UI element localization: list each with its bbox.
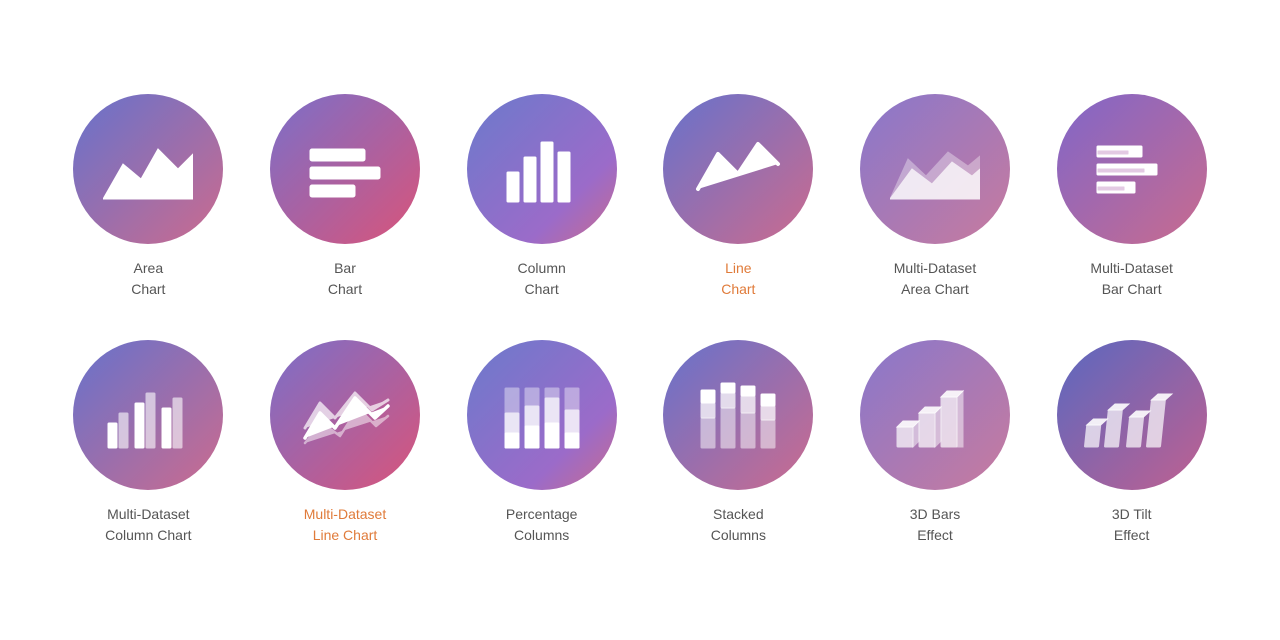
3d-tilt-effect-circle: [1057, 340, 1207, 490]
multi-dataset-column-chart-circle: [73, 340, 223, 490]
stacked-columns-label: Stacked Columns: [711, 504, 766, 546]
multi-dataset-line-chart-label: Multi-Dataset Line Chart: [304, 504, 386, 546]
column-chart-circle: [467, 94, 617, 244]
percentage-columns-item[interactable]: Percentage Columns: [453, 340, 630, 546]
area-chart-item[interactable]: Area Chart: [60, 94, 237, 300]
chart-grid: Area Chart Bar Chart Colu: [0, 54, 1280, 586]
multi-dataset-area-chart-circle: [860, 94, 1010, 244]
column-chart-item[interactable]: Column Chart: [453, 94, 630, 300]
line-chart-label: Line Chart: [721, 258, 755, 300]
multi-dataset-area-chart-item[interactable]: Multi-Dataset Area Chart: [847, 94, 1024, 300]
multi-dataset-bar-chart-circle: [1057, 94, 1207, 244]
3d-bars-effect-label: 3D Bars Effect: [910, 504, 961, 546]
bar-chart-label: Bar Chart: [328, 258, 362, 300]
3d-bars-effect-item[interactable]: 3D Bars Effect: [847, 340, 1024, 546]
multi-dataset-line-chart-item[interactable]: Multi-Dataset Line Chart: [257, 340, 434, 546]
percentage-columns-circle: [467, 340, 617, 490]
stacked-columns-item[interactable]: Stacked Columns: [650, 340, 827, 546]
multi-dataset-column-chart-label: Multi-Dataset Column Chart: [105, 504, 191, 546]
multi-dataset-bar-chart-label: Multi-Dataset Bar Chart: [1090, 258, 1172, 300]
multi-dataset-bar-chart-item[interactable]: Multi-Dataset Bar Chart: [1043, 94, 1220, 300]
3d-bars-effect-circle: [860, 340, 1010, 490]
3d-tilt-effect-item[interactable]: 3D Tilt Effect: [1043, 340, 1220, 546]
multi-dataset-area-chart-label: Multi-Dataset Area Chart: [894, 258, 976, 300]
bar-chart-item[interactable]: Bar Chart: [257, 94, 434, 300]
line-chart-circle: [663, 94, 813, 244]
multi-dataset-line-chart-circle: [270, 340, 420, 490]
bar-chart-circle: [270, 94, 420, 244]
column-chart-label: Column Chart: [518, 258, 566, 300]
percentage-columns-label: Percentage Columns: [506, 504, 578, 546]
area-chart-label: Area Chart: [131, 258, 165, 300]
line-chart-item[interactable]: Line Chart: [650, 94, 827, 300]
area-chart-circle: [73, 94, 223, 244]
multi-dataset-column-chart-item[interactable]: Multi-Dataset Column Chart: [60, 340, 237, 546]
stacked-columns-circle: [663, 340, 813, 490]
3d-tilt-effect-label: 3D Tilt Effect: [1112, 504, 1152, 546]
